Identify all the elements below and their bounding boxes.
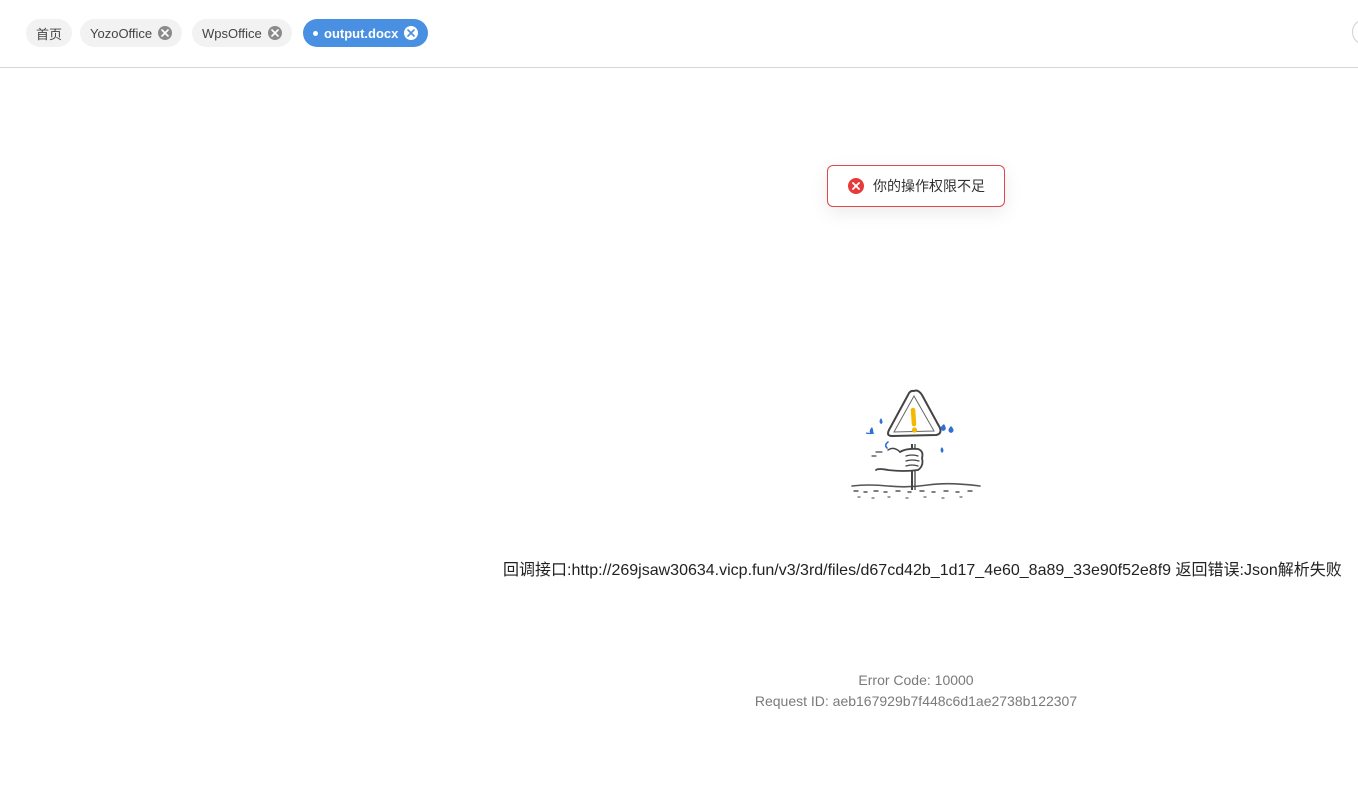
tab-output-docx[interactable]: output.docx [303, 19, 429, 47]
warning-sign-illustration [851, 389, 981, 499]
more-button[interactable] [1352, 19, 1358, 45]
tab-yozooffice[interactable]: YozoOffice [80, 19, 183, 47]
error-code: Error Code: 10000 [858, 672, 974, 688]
tab-label: output.docx [324, 25, 399, 41]
close-icon[interactable] [158, 26, 173, 40]
error-message: 回调接口:http://269jsaw30634.vicp.fun/v3/3rd… [503, 562, 1342, 579]
error-icon [848, 178, 864, 194]
toast-text: 你的操作权限不足 [873, 178, 985, 194]
active-dot-icon [313, 30, 318, 36]
close-icon[interactable] [404, 26, 419, 40]
close-icon[interactable] [267, 26, 282, 40]
tab-label: YozoOffice [90, 25, 153, 41]
tab-home[interactable]: 首页 [26, 19, 73, 47]
tab-label: 首页 [36, 26, 63, 42]
error-toast: 你的操作权限不足 [827, 165, 1005, 207]
tab-bar: 首页 YozoOffice WpsOffice output.docx [0, 0, 1358, 68]
tab-wpsoffice[interactable]: WpsOffice [192, 19, 292, 47]
request-id: Request ID: aeb167929b7f448c6d1ae2738b12… [754, 693, 1078, 709]
tab-label: WpsOffice [202, 25, 262, 41]
